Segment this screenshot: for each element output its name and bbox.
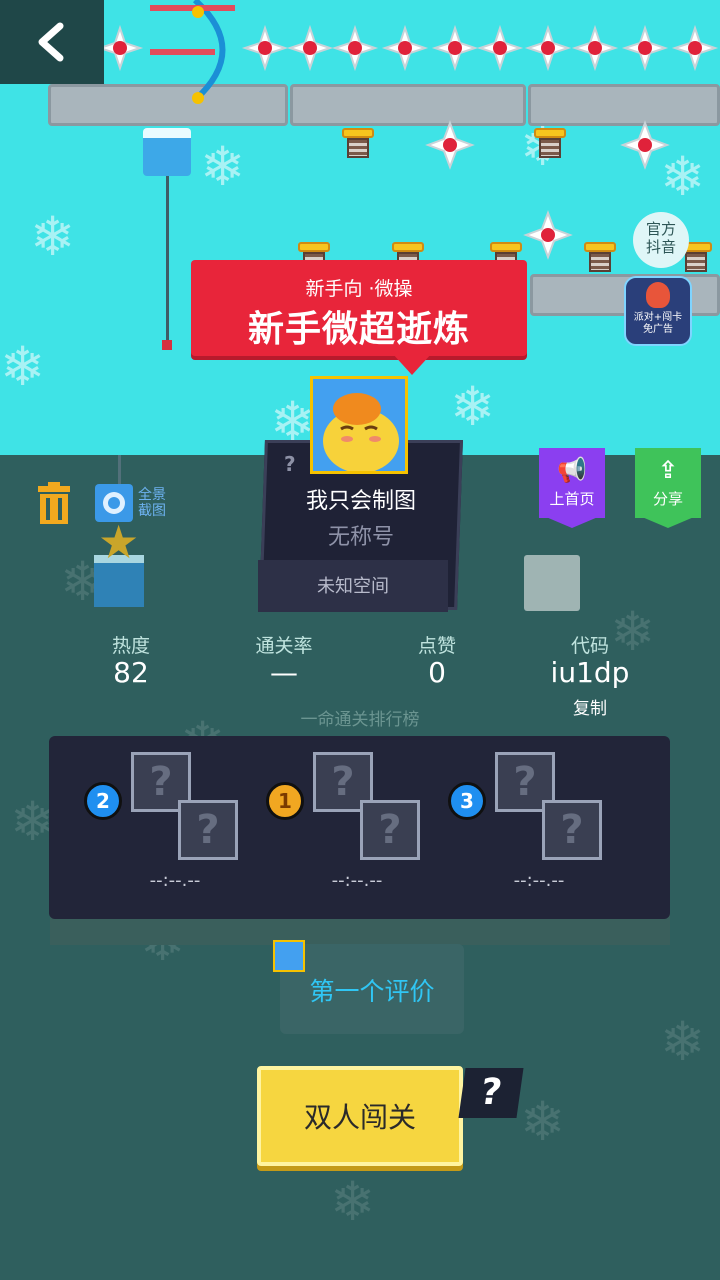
leaderboard-title: 一命通关排行榜 [300, 710, 420, 730]
level-title: 新手微超逝炼 [247, 309, 470, 350]
chevron-left-icon [38, 22, 64, 62]
author-name: 我只会制图 [305, 489, 416, 514]
share-icon: ⇪ [657, 456, 679, 484]
snowflake-icon: ❄ [30, 205, 76, 268]
camera-icon[interactable] [95, 484, 133, 522]
avatar [273, 940, 305, 972]
author-space[interactable]: 未知空间 [258, 572, 448, 598]
rank-badge-1: 1 [266, 782, 304, 820]
no-ads-promo-badge[interactable]: 派对+闯卡 免广告 [624, 276, 692, 346]
rank-time: --:--.-- [331, 870, 383, 891]
stat-label-code: 代码 [570, 635, 609, 657]
unknown-mark: ? [284, 452, 296, 476]
official-douyin-badge[interactable]: 官方 抖音 [633, 212, 689, 268]
homepage-label: 上首页 [549, 490, 595, 508]
duck-avatar-icon [323, 393, 399, 471]
crossbow-icon [150, 0, 235, 104]
stat-label-heat: 热度 [111, 635, 150, 657]
level-tags: 新手向 ·微操 [305, 278, 413, 300]
rope [118, 455, 121, 487]
star-icon: ★ [98, 515, 140, 569]
stat-label-likes: 点赞 [417, 635, 456, 657]
share-label: 分享 [652, 490, 683, 508]
copy-code-button[interactable]: 复制 [545, 694, 635, 719]
coop-play-label: 双人闯关 [303, 1101, 416, 1134]
stat-value-code: iu1dp [550, 656, 630, 689]
rope [166, 176, 169, 344]
rank-time: --:--.-- [513, 870, 565, 891]
stat-label-clear-rate: 通关率 [255, 635, 313, 657]
author-title: 无称号 [327, 525, 394, 550]
level-thumb [524, 555, 580, 611]
snowflake-icon: ❄ [450, 375, 496, 438]
homepage-button[interactable]: 📢 上首页 [539, 448, 605, 528]
snowflake-icon: ❄ [200, 135, 246, 198]
help-button[interactable]: ? [458, 1068, 524, 1118]
spring-pad [342, 128, 374, 158]
player-slot-placeholder: ? [542, 800, 602, 860]
rank-badge-2: 2 [84, 782, 122, 820]
fullshot-label[interactable]: 全景 截图 [138, 487, 166, 519]
avatar[interactable] [310, 376, 408, 474]
banner-tail [392, 353, 432, 375]
rank-time: --:--.-- [149, 870, 201, 891]
rope-anchor [162, 340, 172, 350]
ice-block [143, 128, 191, 176]
promo-text: 派对+闯卡 免广告 [633, 312, 683, 335]
character-icon [646, 282, 670, 308]
share-button[interactable]: ⇪ 分享 [635, 448, 701, 528]
stat-value-clear-rate: — [270, 656, 298, 689]
player-slot-placeholder: ? [178, 800, 238, 860]
snowflake-icon: ❄ [0, 335, 46, 398]
player-slot-placeholder: ? [360, 800, 420, 860]
back-button[interactable] [0, 0, 104, 84]
spike-cluster [425, 120, 670, 260]
stat-value-likes: 0 [428, 656, 446, 689]
rank-badge-3: 3 [448, 782, 486, 820]
first-review-label: 第一个评价 [309, 977, 435, 1006]
trash-icon[interactable] [36, 482, 72, 524]
stat-value-heat: 82 [113, 656, 149, 689]
megaphone-icon: 📢 [557, 456, 587, 484]
